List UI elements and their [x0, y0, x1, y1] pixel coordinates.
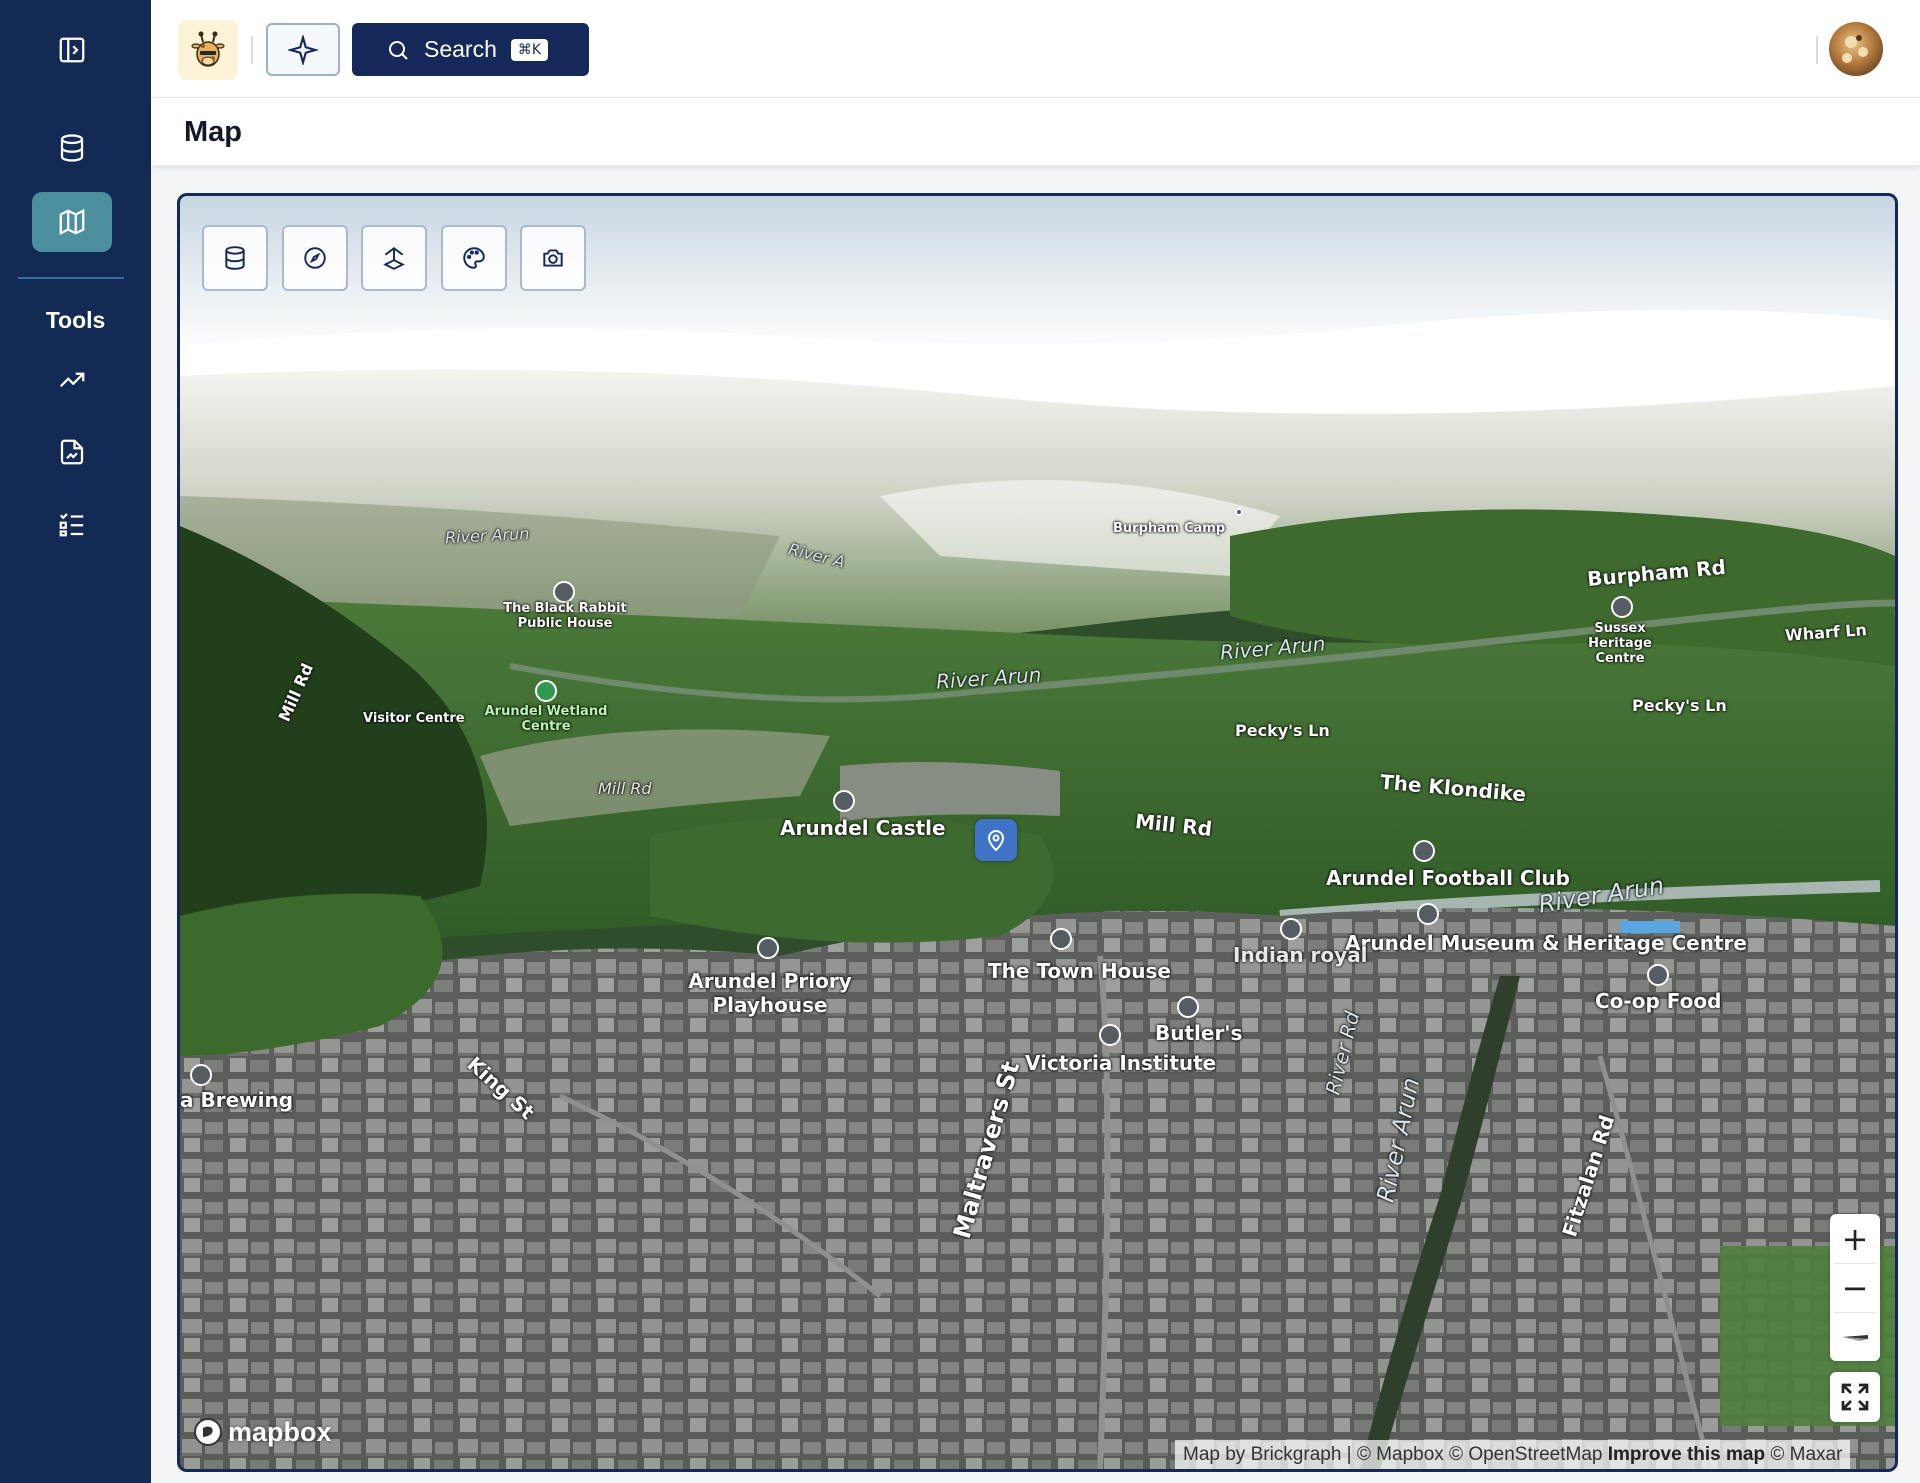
poi-marker: [1235, 508, 1243, 516]
sidebar-item-reports[interactable]: [32, 422, 112, 482]
maxar-attribution[interactable]: © Maxar: [1770, 1444, 1842, 1465]
map-canvas[interactable]: [180, 196, 1895, 1469]
checklist-icon: [59, 513, 84, 537]
poi-marker-restaurant: [1280, 918, 1302, 940]
map-icon: [59, 208, 85, 236]
attribution-text[interactable]: Map by Brickgraph | © Mapbox © OpenStree…: [1183, 1444, 1602, 1465]
terrain-button[interactable]: [361, 225, 427, 291]
poi-marker-castle: [833, 790, 855, 812]
topbar-divider-right: [1816, 36, 1818, 64]
style-palette-button[interactable]: [441, 225, 507, 291]
sidebar-toggle-button[interactable]: [32, 20, 112, 80]
compass-button[interactable]: [282, 225, 348, 291]
zoom-in-button[interactable]: +: [1830, 1214, 1880, 1263]
poi-marker: [553, 581, 575, 603]
map-label: Sussex Heritage Centre: [1588, 621, 1652, 666]
mapbox-logo-icon: [194, 1418, 222, 1446]
poi-marker-park: [535, 680, 557, 702]
poi-marker: [1099, 1024, 1121, 1046]
trending-up-icon: [59, 372, 85, 388]
map-label: a Brewing: [180, 1088, 294, 1112]
poi-marker: [1413, 840, 1435, 862]
sidebar: Tools: [0, 0, 151, 1483]
topbar-divider: [251, 36, 253, 64]
map-label: The Black Rabbit Public House: [503, 601, 627, 631]
fullscreen-button[interactable]: [1830, 1372, 1880, 1422]
map-label: Pecky's Ln: [1235, 721, 1330, 740]
camera-icon: [543, 249, 563, 267]
mapbox-logo-text: mapbox: [228, 1416, 332, 1447]
compass-icon: [304, 247, 326, 269]
sparkle-icon: [288, 34, 318, 65]
map-label: Arundel Wetland Centre: [484, 704, 608, 734]
map-attribution: Map by Brickgraph | © Mapbox © OpenStree…: [1175, 1440, 1851, 1469]
giraffe-logo-icon[interactable]: [178, 20, 238, 80]
mapbox-logo[interactable]: mapbox: [192, 1416, 332, 1448]
map-view[interactable]: River Arun River A Burpham Camp Burpham …: [177, 193, 1898, 1472]
map-label: Butler's: [1155, 1021, 1243, 1045]
poi-marker: [190, 1064, 212, 1086]
map-label: Arundel Castle: [780, 816, 946, 840]
sidebar-item-map[interactable]: [32, 192, 112, 252]
navigation-control: + −: [1830, 1214, 1880, 1361]
map-label: The Town House: [988, 959, 1171, 983]
poi-marker: [1417, 903, 1439, 925]
map-label: Arundel Priory Playhouse: [688, 969, 852, 1017]
ai-assistant-button[interactable]: [266, 23, 340, 76]
terrain-icon: [383, 247, 405, 270]
layers-data-button[interactable]: [202, 225, 268, 291]
search-icon: [389, 40, 408, 60]
map-label: Victoria Institute: [1025, 1051, 1217, 1075]
palette-icon: [463, 247, 485, 269]
poi-marker-theatre: [757, 937, 779, 959]
map-label: Mill Rd: [598, 779, 652, 798]
page-header: Map: [151, 98, 1920, 165]
map-label: Indian royal: [1233, 943, 1368, 967]
tools-heading: Tools: [45, 307, 106, 333]
sidebar-divider: [18, 277, 124, 279]
location-pin[interactable]: [975, 819, 1017, 861]
compass-needle-icon: [1842, 1334, 1868, 1341]
map-label: Arundel Football Club: [1326, 866, 1570, 890]
sidebar-item-data[interactable]: [32, 118, 112, 178]
map-label: Visitor Centre: [363, 711, 465, 726]
search-button[interactable]: Search ⌘K: [352, 23, 589, 76]
zoom-out-button[interactable]: −: [1830, 1263, 1880, 1312]
sidebar-item-tasks[interactable]: [32, 494, 112, 554]
map-label: Arundel Museum & Heritage Centre: [1345, 931, 1747, 955]
improve-map-link[interactable]: Improve this map: [1608, 1444, 1765, 1465]
file-chart-icon: [60, 439, 84, 465]
map-label: Pecky's Ln: [1632, 696, 1727, 715]
search-label: Search: [424, 36, 497, 62]
fullscreen-icon: [1841, 1383, 1869, 1411]
map-label: Co-op Food: [1595, 989, 1722, 1013]
screenshot-button[interactable]: [520, 225, 586, 291]
location-pin-icon: [987, 830, 1005, 852]
database-icon: [60, 134, 84, 162]
search-shortcut-badge: ⌘K: [510, 38, 549, 61]
database-icon: [225, 246, 245, 270]
page-title: Map: [184, 116, 242, 148]
poi-marker-restaurant: [1050, 928, 1072, 950]
poi-marker: [1611, 596, 1633, 618]
poi-marker-shop: [1647, 964, 1669, 986]
sidebar-item-trends[interactable]: [32, 350, 112, 410]
avatar[interactable]: [1829, 22, 1883, 76]
panel-toggle-icon: [59, 37, 85, 63]
poi-marker-restaurant: [1177, 996, 1199, 1018]
compass-reset-button[interactable]: [1830, 1312, 1880, 1361]
map-label: Burpham Camp: [1113, 521, 1226, 536]
